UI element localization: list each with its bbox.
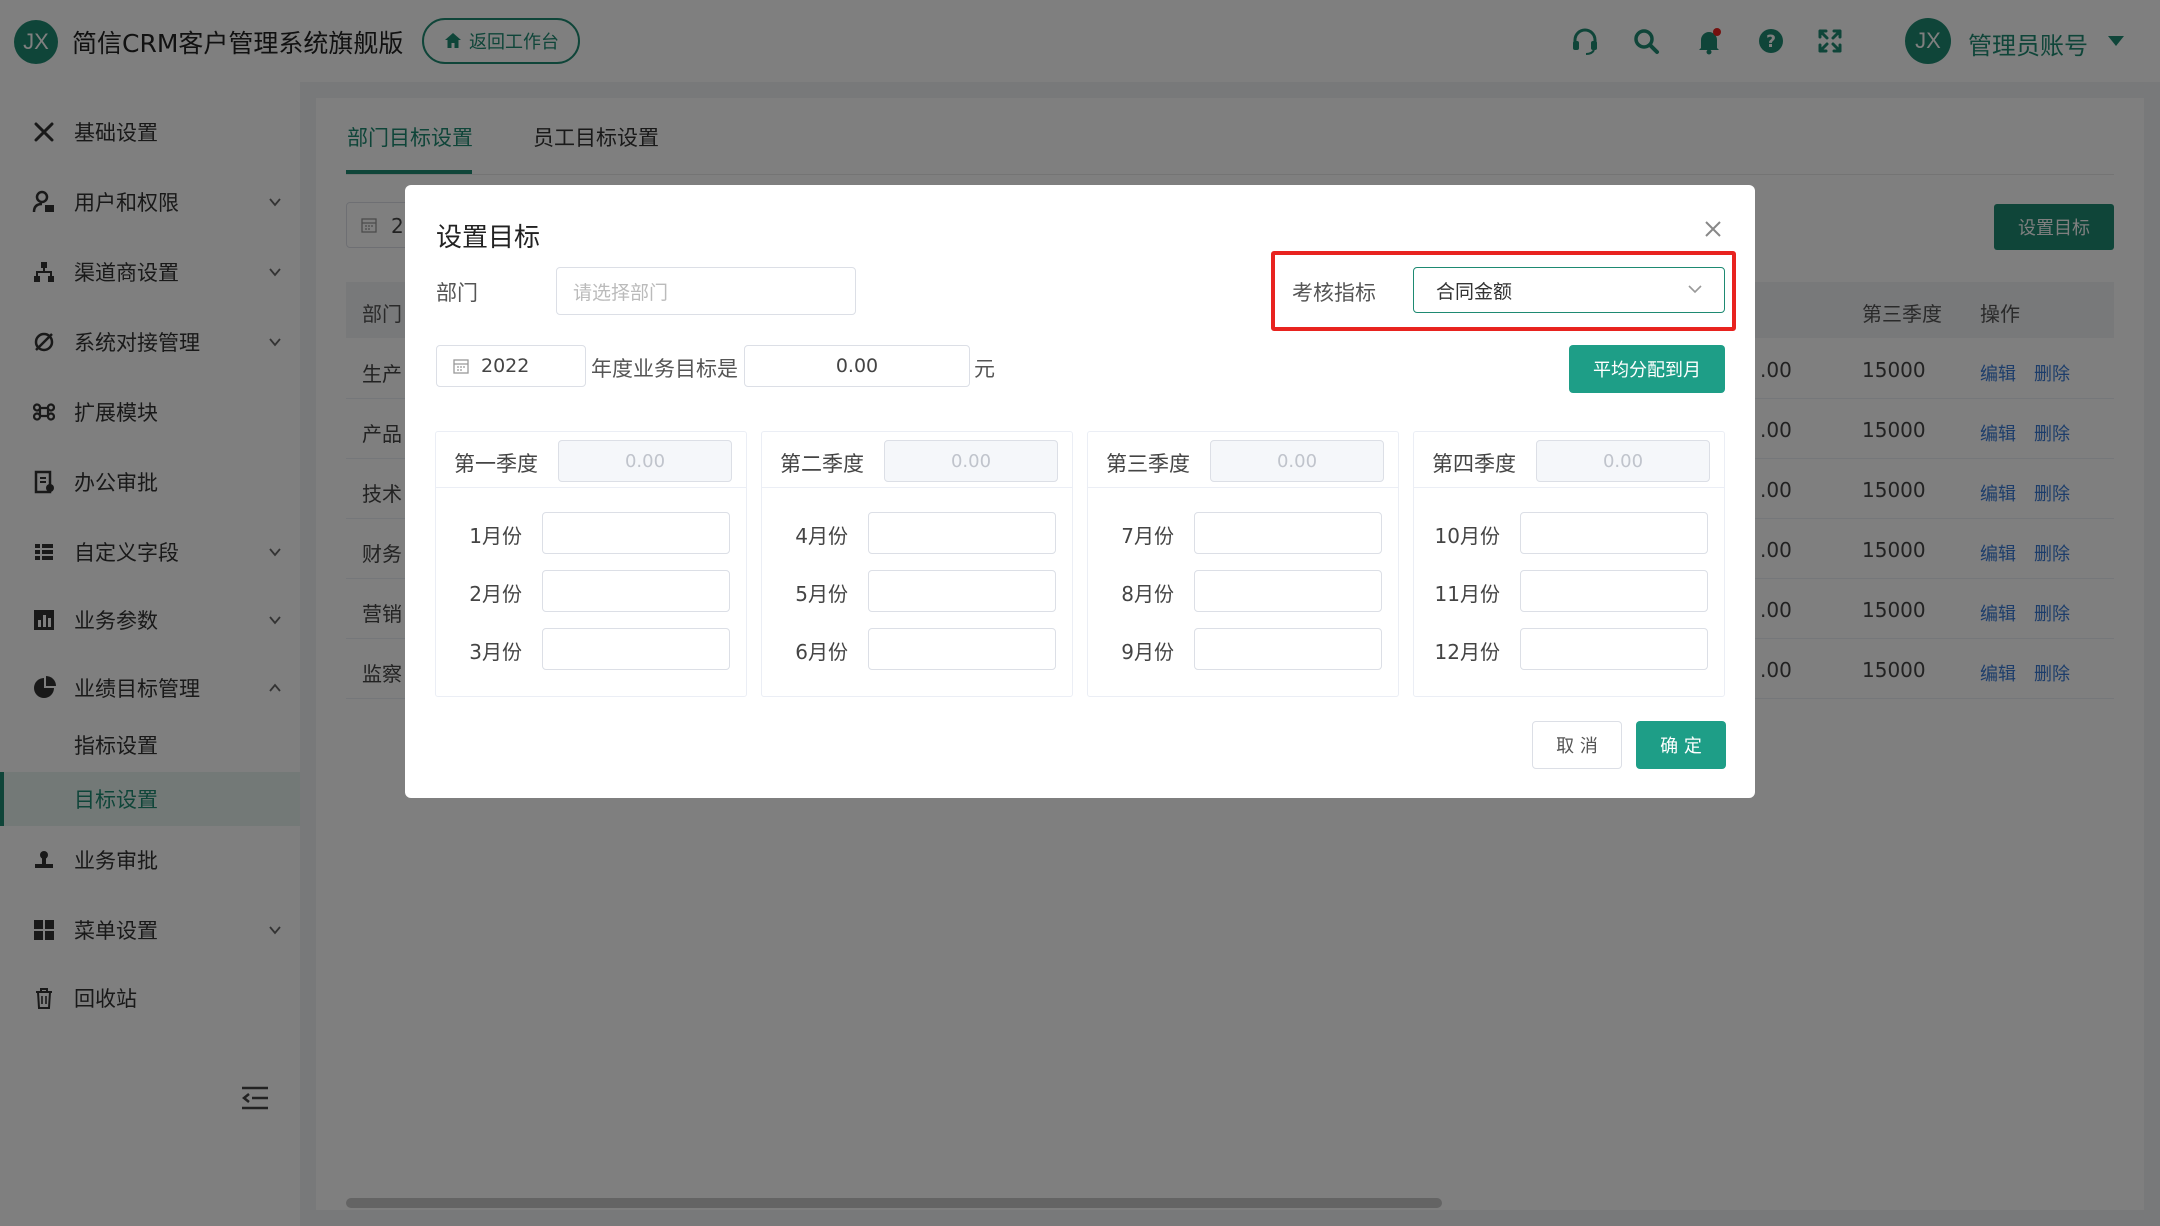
month-label: 5月份: [795, 582, 848, 606]
month-input[interactable]: [1520, 570, 1708, 612]
annual-target-input[interactable]: 0.00: [744, 345, 970, 387]
quarter-total-value: 0.00: [1276, 450, 1318, 472]
quarter-label: 第一季度: [454, 452, 538, 476]
month-label: 4月份: [795, 524, 848, 548]
quarter-total-value: 0.00: [1602, 450, 1644, 472]
quarter-header: 第三季度 0.00: [1088, 432, 1398, 488]
quarter-label: 第三季度: [1106, 452, 1190, 476]
dialog-title: 设置目标: [436, 223, 541, 253]
quarter-card: 第四季度 0.00 10月份 11月份 12月份: [1413, 431, 1725, 697]
confirm-button[interactable]: 确 定: [1636, 721, 1726, 769]
month-label: 6月份: [795, 640, 848, 664]
year-value: 2022: [481, 355, 530, 377]
month-input[interactable]: [1194, 570, 1382, 612]
month-label: 3月份: [469, 640, 522, 664]
department-select[interactable]: 请选择部门: [556, 267, 856, 315]
metric-select[interactable]: 合同金额: [1413, 267, 1725, 313]
annual-target-value: 0.00: [835, 355, 879, 377]
month-label: 10月份: [1434, 524, 1500, 548]
quarter-label: 第二季度: [780, 452, 864, 476]
quarter-label: 第四季度: [1432, 452, 1516, 476]
quarter-total-input: 0.00: [884, 440, 1058, 482]
month-label: 12月份: [1434, 640, 1500, 664]
calendar-icon: [453, 359, 469, 374]
month-input[interactable]: [542, 512, 730, 554]
quarter-header: 第一季度 0.00: [436, 432, 746, 488]
month-input[interactable]: [1520, 512, 1708, 554]
month-input[interactable]: [868, 512, 1056, 554]
cancel-button[interactable]: 取 消: [1532, 721, 1622, 769]
quarter-total-input: 0.00: [1210, 440, 1384, 482]
quarter-total-value: 0.00: [950, 450, 992, 472]
department-label: 部门: [436, 281, 478, 305]
month-label: 7月份: [1121, 524, 1174, 548]
year-picker[interactable]: 2022: [436, 345, 586, 387]
month-label: 1月份: [469, 524, 522, 548]
month-input[interactable]: [542, 570, 730, 612]
quarter-total-value: 0.00: [624, 450, 666, 472]
quarter-header: 第二季度 0.00: [762, 432, 1072, 488]
month-input[interactable]: [1194, 628, 1382, 670]
distribute-evenly-button[interactable]: 平均分配到月: [1569, 345, 1725, 393]
month-label: 11月份: [1434, 582, 1500, 606]
month-label: 9月份: [1121, 640, 1174, 664]
annual-target-label: 年度业务目标是: [591, 357, 738, 381]
quarter-card: 第一季度 0.00 1月份 2月份 3月份: [435, 431, 747, 697]
month-input[interactable]: [1194, 512, 1382, 554]
month-input[interactable]: [1520, 628, 1708, 670]
month-input[interactable]: [868, 570, 1056, 612]
month-label: 2月份: [469, 582, 522, 606]
department-placeholder: 请选择部门: [573, 281, 669, 304]
unit-label: 元: [974, 357, 995, 381]
quarter-total-input: 0.00: [558, 440, 732, 482]
close-icon[interactable]: [1701, 217, 1725, 241]
quarter-total-input: 0.00: [1536, 440, 1710, 482]
month-input[interactable]: [542, 628, 730, 670]
metric-value: 合同金额: [1436, 280, 1513, 303]
quarter-header: 第四季度 0.00: [1414, 432, 1724, 488]
metric-label: 考核指标: [1292, 281, 1376, 305]
quarter-card: 第二季度 0.00 4月份 5月份 6月份: [761, 431, 1073, 697]
month-label: 8月份: [1121, 582, 1174, 606]
set-target-dialog: 设置目标 部门 请选择部门 考核指标 合同金额 2022 年度业务目标是 0.0…: [405, 185, 1755, 798]
quarter-card: 第三季度 0.00 7月份 8月份 9月份: [1087, 431, 1399, 697]
month-input[interactable]: [868, 628, 1056, 670]
chevron-down-icon: [1688, 285, 1702, 294]
